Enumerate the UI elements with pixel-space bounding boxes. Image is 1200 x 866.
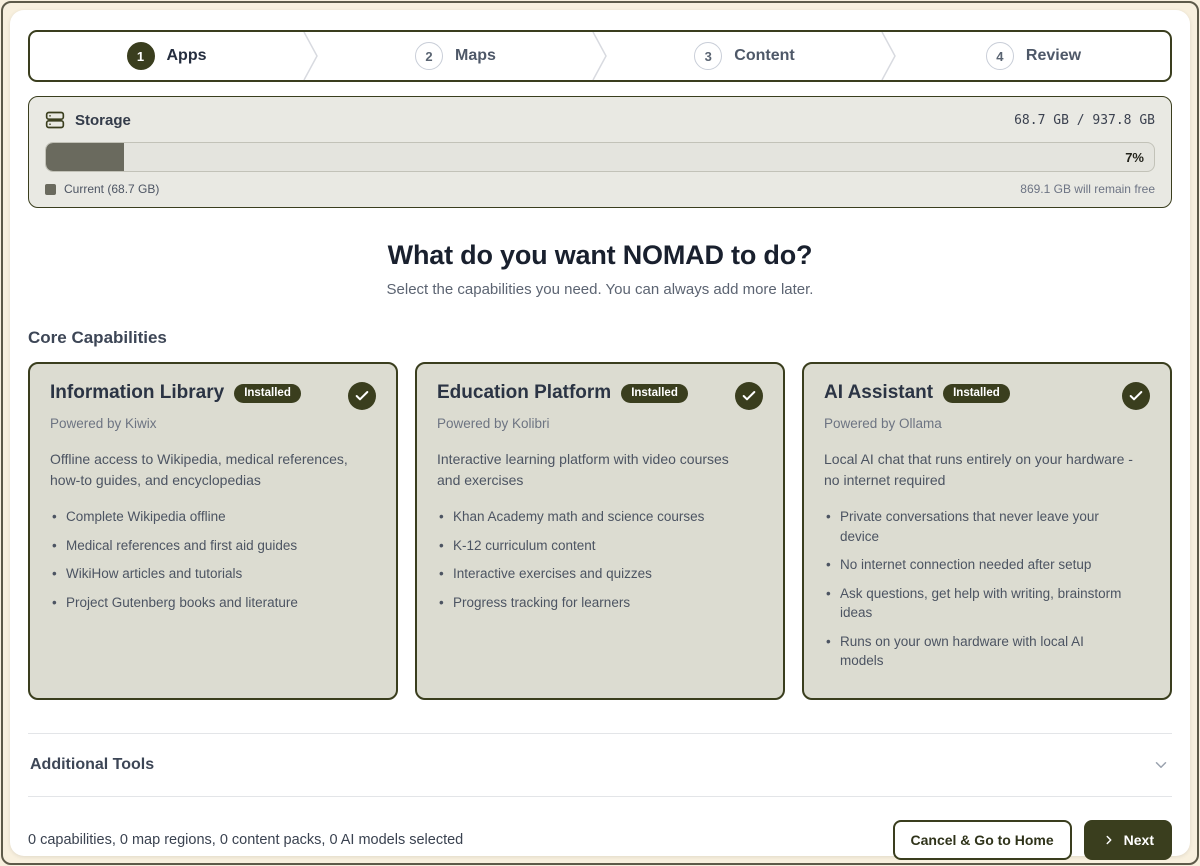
storage-progress-bar: 7% bbox=[45, 142, 1155, 172]
feature-item: Khan Academy math and science courses bbox=[437, 507, 737, 527]
feature-item: Progress tracking for learners bbox=[437, 593, 737, 613]
step-apps[interactable]: 1 Apps bbox=[30, 32, 303, 80]
feature-item: Medical references and first aid guides bbox=[50, 536, 350, 556]
storage-usage-text: 68.7 GB / 937.8 GB bbox=[1014, 113, 1155, 128]
capability-cards: Information Library Installed Powered by… bbox=[28, 362, 1172, 700]
installed-badge: Installed bbox=[943, 384, 1010, 403]
step-maps[interactable]: 2 Maps bbox=[319, 32, 592, 80]
card-feature-list: Khan Academy math and science courses K-… bbox=[437, 507, 763, 612]
wizard-stepper: 1 Apps 2 Maps 3 Content 4 Review bbox=[28, 30, 1172, 82]
card-title: Education Platform bbox=[437, 382, 611, 404]
step-number-badge: 1 bbox=[127, 42, 155, 70]
step-separator-icon bbox=[881, 32, 897, 80]
step-separator-icon bbox=[303, 32, 319, 80]
step-number-badge: 2 bbox=[415, 42, 443, 70]
step-number-badge: 3 bbox=[694, 42, 722, 70]
feature-item: Interactive exercises and quizzes bbox=[437, 564, 737, 584]
divider bbox=[28, 796, 1172, 797]
feature-item: WikiHow articles and tutorials bbox=[50, 564, 350, 584]
powered-by-label: Powered by Ollama bbox=[824, 416, 1150, 431]
storage-progress-fill bbox=[46, 143, 124, 171]
card-information-library[interactable]: Information Library Installed Powered by… bbox=[28, 362, 398, 700]
page-title: What do you want NOMAD to do? bbox=[28, 240, 1172, 271]
card-title: AI Assistant bbox=[824, 382, 933, 404]
next-button[interactable]: Next bbox=[1084, 820, 1172, 860]
selected-check-icon bbox=[1122, 382, 1150, 410]
feature-item: Runs on your own hardware with local AI … bbox=[824, 632, 1124, 671]
feature-item: Ask questions, get help with writing, br… bbox=[824, 584, 1124, 623]
card-description: Interactive learning platform with video… bbox=[437, 449, 747, 491]
feature-item: Project Gutenberg books and literature bbox=[50, 593, 350, 613]
core-capabilities-heading: Core Capabilities bbox=[28, 328, 1172, 348]
step-content[interactable]: 3 Content bbox=[608, 32, 881, 80]
next-button-label: Next bbox=[1124, 832, 1154, 848]
storage-title: Storage bbox=[75, 112, 131, 129]
storage-server-icon bbox=[45, 110, 65, 130]
additional-tools-label: Additional Tools bbox=[30, 756, 154, 774]
powered-by-label: Powered by Kolibri bbox=[437, 416, 763, 431]
card-title: Information Library bbox=[50, 382, 224, 404]
step-label: Content bbox=[734, 47, 794, 65]
selection-summary: 0 capabilities, 0 map regions, 0 content… bbox=[28, 832, 463, 848]
powered-by-label: Powered by Kiwix bbox=[50, 416, 376, 431]
card-feature-list: Private conversations that never leave y… bbox=[824, 507, 1150, 671]
legend-current-swatch bbox=[45, 184, 56, 195]
feature-item: Complete Wikipedia offline bbox=[50, 507, 350, 527]
selected-check-icon bbox=[348, 382, 376, 410]
cancel-button[interactable]: Cancel & Go to Home bbox=[893, 820, 1072, 860]
step-separator-icon bbox=[592, 32, 608, 80]
legend-current-label: Current (68.7 GB) bbox=[64, 182, 159, 196]
feature-item: No internet connection needed after setu… bbox=[824, 555, 1124, 575]
card-description: Local AI chat that runs entirely on your… bbox=[824, 449, 1134, 491]
chevron-down-icon bbox=[1152, 756, 1170, 774]
chevron-right-icon bbox=[1102, 833, 1116, 847]
installed-badge: Installed bbox=[621, 384, 688, 403]
card-description: Offline access to Wikipedia, medical ref… bbox=[50, 449, 360, 491]
card-education-platform[interactable]: Education Platform Installed Powered by … bbox=[415, 362, 785, 700]
step-label: Review bbox=[1026, 47, 1081, 65]
setup-wizard-panel: 1 Apps 2 Maps 3 Content 4 Review bbox=[10, 10, 1190, 856]
additional-tools-toggle[interactable]: Additional Tools bbox=[28, 734, 1172, 796]
selected-check-icon bbox=[735, 382, 763, 410]
installed-badge: Installed bbox=[234, 384, 301, 403]
card-feature-list: Complete Wikipedia offline Medical refer… bbox=[50, 507, 376, 612]
step-number-badge: 4 bbox=[986, 42, 1014, 70]
step-label: Apps bbox=[167, 47, 207, 65]
card-ai-assistant[interactable]: AI Assistant Installed Powered by Ollama… bbox=[802, 362, 1172, 700]
step-review[interactable]: 4 Review bbox=[897, 32, 1170, 80]
storage-panel: Storage 68.7 GB / 937.8 GB 7% Current (6… bbox=[28, 96, 1172, 208]
step-label: Maps bbox=[455, 47, 496, 65]
page-subtitle: Select the capabilities you need. You ca… bbox=[28, 281, 1172, 298]
feature-item: K-12 curriculum content bbox=[437, 536, 737, 556]
storage-remaining-note: 869.1 GB will remain free bbox=[1020, 182, 1155, 196]
feature-item: Private conversations that never leave y… bbox=[824, 507, 1124, 546]
storage-percent-label: 7% bbox=[1125, 143, 1144, 171]
